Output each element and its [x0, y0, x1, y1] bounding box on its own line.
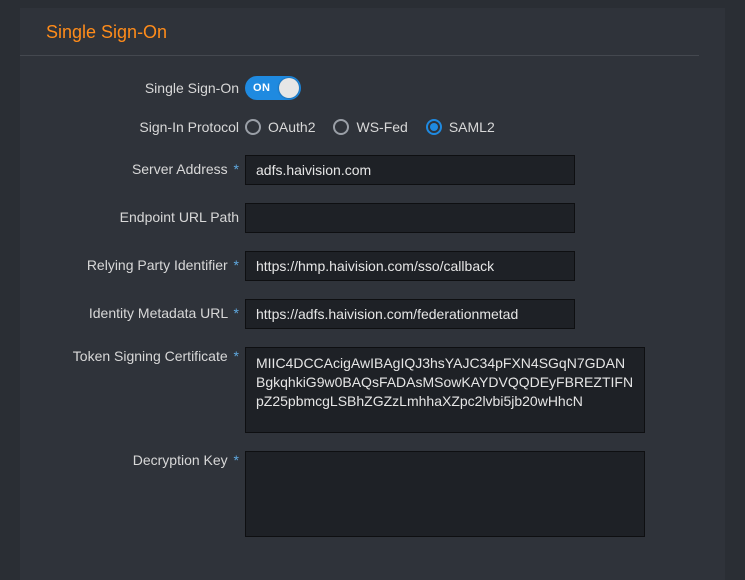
server-address-input[interactable]: [245, 155, 575, 185]
label-text: Token Signing Certificate: [73, 348, 228, 364]
radio-circle-icon: [426, 119, 442, 135]
row-endpoint-url-path: Endpoint URL Path: [20, 203, 699, 233]
label-endpoint-url-path: Endpoint URL Path: [20, 208, 245, 227]
label-text: Sign-In Protocol: [139, 119, 239, 135]
radio-oauth2[interactable]: OAuth2: [245, 119, 315, 135]
row-decryption-key: Decryption Key *: [20, 451, 699, 537]
protocol-options: OAuth2 WS-Fed SAML2: [245, 119, 699, 135]
radio-circle-icon: [245, 119, 261, 135]
page-title: Single Sign-On: [20, 22, 699, 56]
row-token-signing-certificate: Token Signing Certificate *: [20, 347, 699, 433]
label-text: Endpoint URL Path: [120, 209, 239, 225]
label-server-address: Server Address *: [20, 160, 245, 179]
row-protocol: Sign-In Protocol OAuth2 WS-Fed SAML2: [20, 118, 699, 137]
endpoint-url-path-input[interactable]: [245, 203, 575, 233]
label-identity-metadata-url: Identity Metadata URL *: [20, 304, 245, 323]
row-sso-toggle: Single Sign-On ON: [20, 76, 699, 100]
sso-settings-panel: Single Sign-On Single Sign-On ON Sign-In…: [20, 8, 725, 580]
relying-party-identifier-input[interactable]: [245, 251, 575, 281]
label-text: Single Sign-On: [145, 80, 239, 96]
token-signing-certificate-input[interactable]: [245, 347, 645, 433]
toggle-knob: [279, 78, 299, 98]
radio-wsfed[interactable]: WS-Fed: [333, 119, 407, 135]
label-decryption-key: Decryption Key *: [20, 451, 245, 470]
decryption-key-input[interactable]: [245, 451, 645, 537]
required-marker: *: [232, 161, 239, 177]
label-text: Relying Party Identifier: [87, 257, 228, 273]
label-relying-party-identifier: Relying Party Identifier *: [20, 256, 245, 275]
label-sso-toggle: Single Sign-On: [20, 79, 245, 98]
row-relying-party-identifier: Relying Party Identifier *: [20, 251, 699, 281]
required-marker: *: [232, 257, 239, 273]
identity-metadata-url-input[interactable]: [245, 299, 575, 329]
required-marker: *: [232, 452, 239, 468]
label-token-signing-certificate: Token Signing Certificate *: [20, 347, 245, 366]
row-server-address: Server Address *: [20, 155, 699, 185]
label-text: Server Address: [132, 161, 228, 177]
row-identity-metadata-url: Identity Metadata URL *: [20, 299, 699, 329]
radio-circle-icon: [333, 119, 349, 135]
radio-label: SAML2: [449, 119, 495, 135]
label-text: Decryption Key: [133, 452, 228, 468]
label-protocol: Sign-In Protocol: [20, 118, 245, 137]
sso-toggle[interactable]: ON: [245, 76, 301, 100]
toggle-on-label: ON: [245, 82, 271, 94]
radio-saml2[interactable]: SAML2: [426, 119, 495, 135]
radio-label: OAuth2: [268, 119, 315, 135]
required-marker: *: [232, 348, 239, 364]
required-marker: *: [232, 305, 239, 321]
label-text: Identity Metadata URL: [89, 305, 228, 321]
radio-label: WS-Fed: [356, 119, 407, 135]
